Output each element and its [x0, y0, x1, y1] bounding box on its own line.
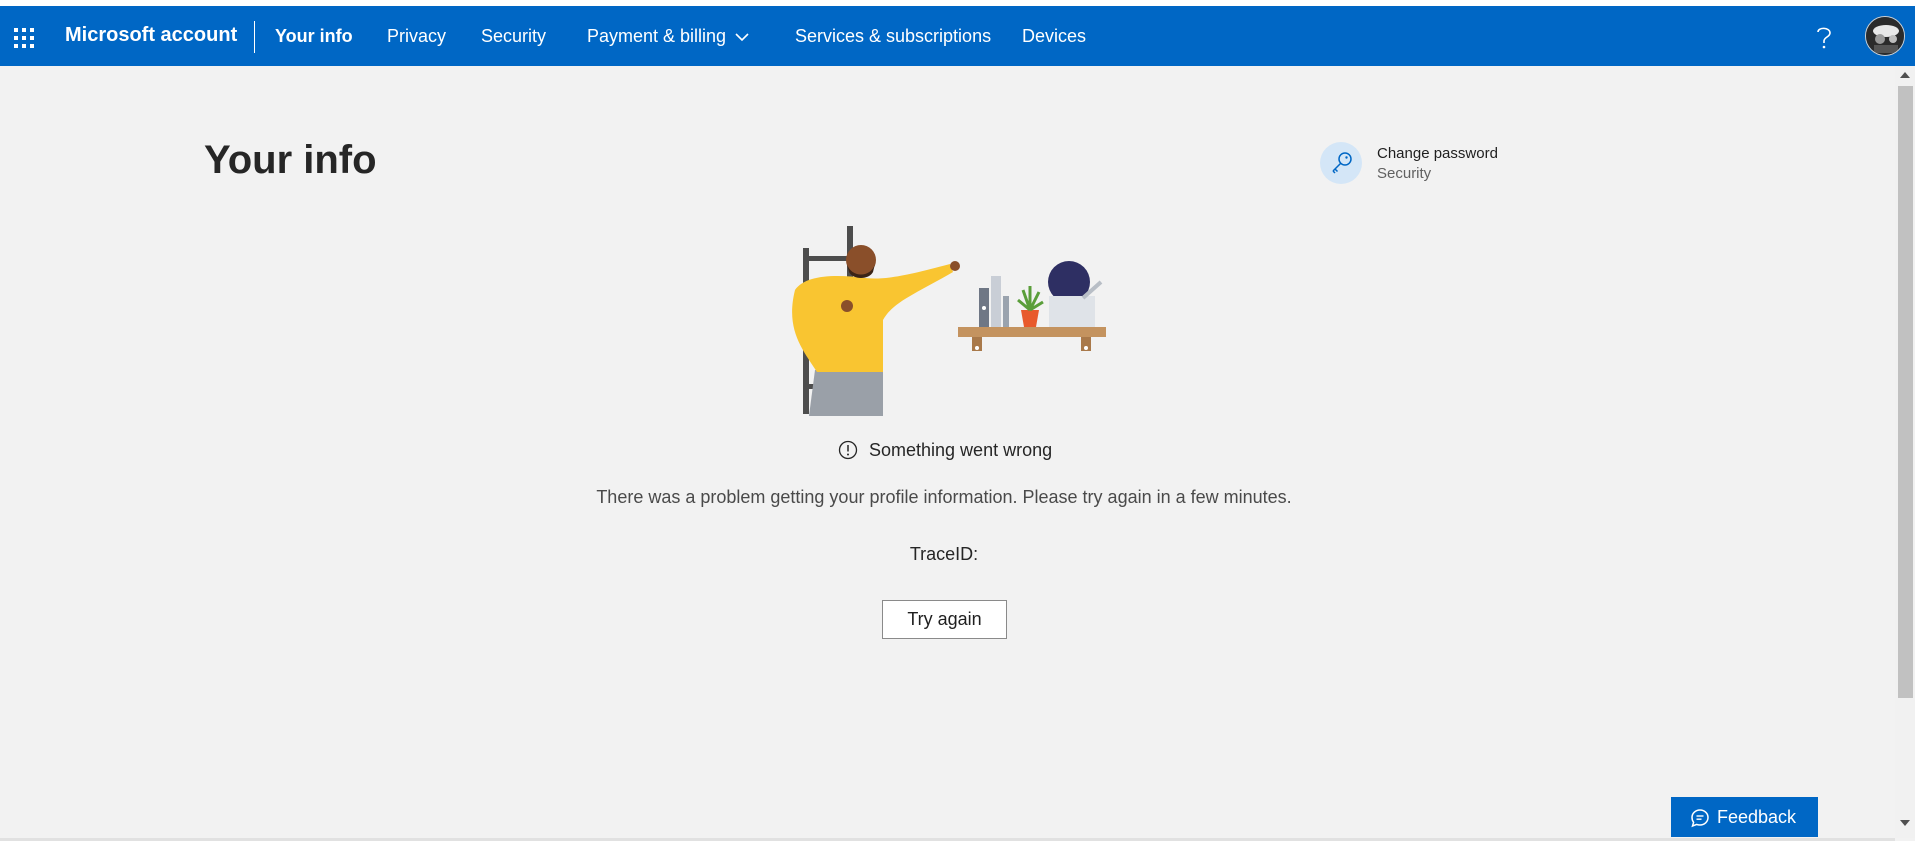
nav-devices[interactable]: Devices — [1022, 26, 1086, 47]
trace-id-label: TraceID: — [909, 544, 979, 564]
feedback-button[interactable]: Feedback — [1671, 797, 1818, 837]
scroll-up-arrow-icon[interactable] — [1898, 70, 1912, 80]
error-title: Something went wrong — [869, 440, 1053, 460]
nav-divider — [254, 21, 255, 53]
error-icon — [838, 440, 858, 460]
feedback-label: Feedback — [1717, 807, 1797, 827]
error-illustration — [792, 226, 1106, 416]
chat-bubble-icon — [1691, 809, 1709, 828]
app-launcher-icon[interactable] — [14, 28, 34, 48]
scrollbar-thumb[interactable] — [1898, 86, 1913, 698]
nav-payment-billing[interactable]: Payment & billing — [587, 26, 726, 47]
page-title: Your info — [204, 138, 377, 182]
key-icon — [1332, 152, 1352, 174]
change-password-subtitle: Security — [1377, 165, 1432, 182]
chevron-down-icon[interactable] — [734, 30, 750, 44]
nav-security[interactable]: Security — [481, 26, 546, 47]
top-nav-bar: Microsoft account Your info Privacy Secu… — [0, 6, 1915, 66]
nav-services-subscriptions[interactable]: Services & subscriptions — [795, 26, 991, 47]
change-password-link[interactable]: Change password — [1377, 145, 1498, 162]
error-message: There was a problem getting your profile… — [596, 487, 1292, 507]
avatar-image-icon — [1866, 17, 1904, 55]
help-icon[interactable] — [1814, 22, 1834, 52]
brand-link[interactable]: Microsoft account — [65, 24, 237, 47]
avatar[interactable] — [1865, 16, 1905, 56]
change-password-icon-circle[interactable] — [1320, 142, 1362, 184]
nav-privacy[interactable]: Privacy — [387, 26, 446, 47]
try-again-button[interactable]: Try again — [882, 600, 1007, 639]
nav-your-info[interactable]: Your info — [275, 26, 353, 47]
scroll-down-arrow-icon[interactable] — [1898, 818, 1912, 828]
